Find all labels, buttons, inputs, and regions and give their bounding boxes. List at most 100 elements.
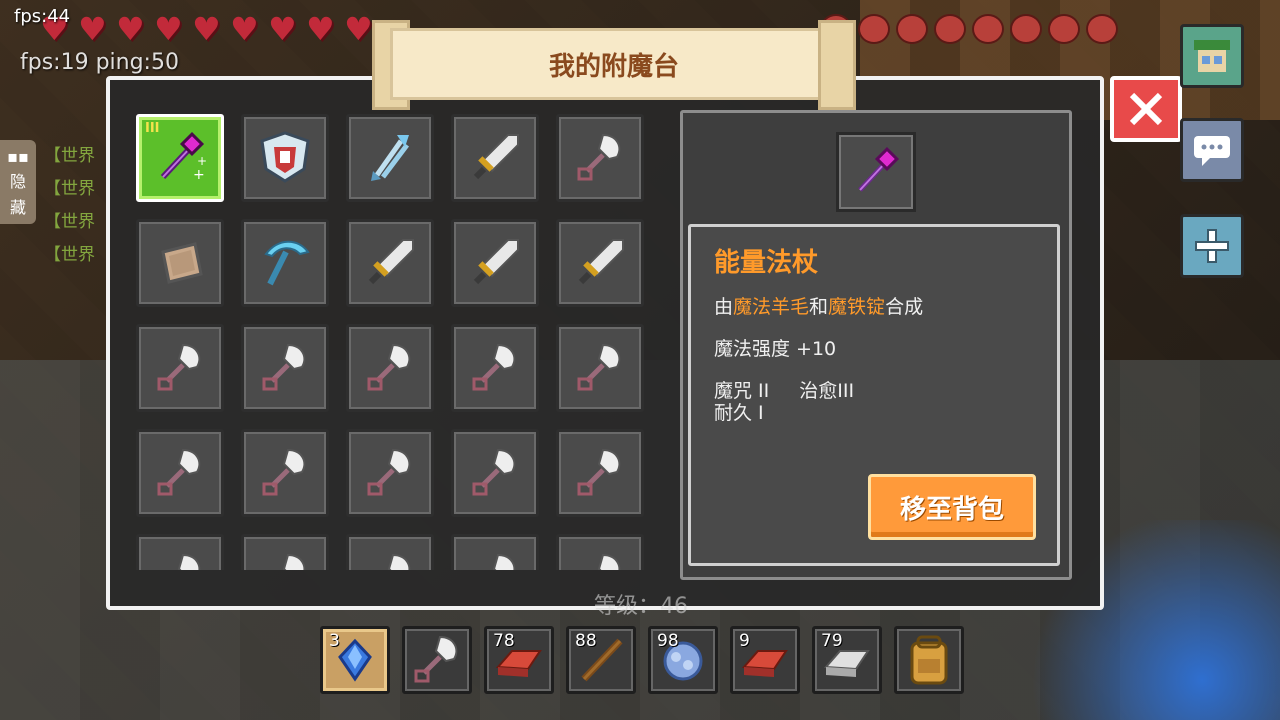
inventory-slot[interactable] (136, 324, 224, 412)
recipe-and: 和 (809, 296, 829, 318)
hotbar-slot[interactable]: 98 (648, 626, 718, 694)
recipe-material-2: 魔铁锭 (828, 296, 886, 318)
hotbar-slot[interactable] (402, 626, 472, 694)
item-stat: 魔法强度 +10 (714, 338, 837, 360)
iron-shovel-icon (262, 343, 306, 391)
iron-shovel-icon (472, 343, 516, 391)
item-count: 3 (329, 631, 340, 651)
chat-line: 【世界 (44, 212, 95, 232)
add-button[interactable] (1180, 214, 1244, 278)
iron-shovel-icon (157, 448, 201, 496)
inventory-slot[interactable] (346, 324, 434, 412)
recipe-prefix: 由 (714, 296, 734, 318)
recipe-suffix: 合成 (885, 296, 924, 318)
inventory-slot[interactable] (556, 219, 644, 307)
shop-button[interactable] (1180, 24, 1244, 88)
chat-log: 【世界 【世界 【世界 【世界 (44, 140, 95, 272)
item-count: 98 (657, 631, 679, 651)
tier-badge: III (145, 121, 160, 136)
svg-text:+: + (193, 167, 205, 183)
iron-shovel-icon (597, 553, 621, 570)
iron-shovel-icon (157, 343, 201, 391)
health-bar: ♥ ♥ ♥ ♥ ♥ ♥ ♥ ♥ ♥ (40, 10, 376, 48)
hotbar-slot[interactable]: 78 (484, 626, 554, 694)
inventory-slot[interactable] (346, 219, 434, 307)
meat-icon (1086, 14, 1118, 44)
hotbar-slot[interactable]: 3 (320, 626, 390, 694)
hotbar-slot[interactable]: 88 (566, 626, 636, 694)
heart-icon: ♥ (78, 10, 107, 48)
hunger-bar (820, 14, 1118, 44)
inventory-slot[interactable] (136, 534, 224, 570)
iron-sword-icon (473, 239, 519, 285)
iron-shovel-icon (177, 553, 201, 570)
magic-staff-icon (858, 146, 900, 192)
iron-shovel-icon (387, 553, 411, 570)
inventory-slot[interactable] (451, 114, 539, 202)
inventory-slot[interactable] (346, 534, 434, 570)
inventory-slot[interactable] (556, 114, 644, 202)
item-count: 78 (493, 631, 515, 651)
enchant-2: 治愈III (799, 380, 855, 402)
chat-line: 【世界 (44, 146, 95, 166)
meat-icon (1010, 14, 1042, 44)
chat-bubble-icon: ▪▪ (7, 146, 29, 166)
shield-emblem-icon (260, 131, 310, 183)
inventory-slot[interactable] (451, 324, 539, 412)
inventory-slot[interactable] (556, 429, 644, 517)
craft-recipe: 由魔法羊毛和魔铁锭合成 (714, 292, 923, 319)
hide-label-2: 藏 (9, 197, 26, 217)
hide-chat-tab[interactable]: ▪▪ 隐 藏 (0, 140, 36, 224)
chat-line: 【世界 (44, 245, 95, 265)
move-to-backpack-button[interactable]: 移至背包 (868, 474, 1036, 540)
chat-button[interactable] (1180, 118, 1244, 182)
inventory-slot[interactable] (556, 534, 644, 570)
selected-item-slot (836, 132, 916, 212)
hotbar-slot[interactable]: 9 (730, 626, 800, 694)
meat-icon (1048, 14, 1080, 44)
backpack-icon (910, 635, 948, 685)
close-icon (1129, 92, 1163, 126)
fps-counter: fps:44 (14, 6, 71, 27)
item-count: 88 (575, 631, 597, 651)
iron-sword-icon (578, 239, 624, 285)
inventory-slot[interactable] (241, 219, 329, 307)
inventory-slot[interactable] (136, 429, 224, 517)
meat-icon (896, 14, 928, 44)
enchant-3: 耐久 I (714, 402, 764, 424)
iron-shovel-icon (472, 448, 516, 496)
inventory-slot[interactable] (346, 114, 434, 202)
inventory-slot[interactable] (451, 219, 539, 307)
heart-icon: ♥ (154, 10, 183, 48)
inventory-slot[interactable] (136, 219, 224, 307)
inventory-slot[interactable] (241, 534, 329, 570)
iron-shovel-icon (414, 635, 458, 683)
inventory-slot[interactable] (451, 429, 539, 517)
inventory-slot[interactable] (241, 114, 329, 202)
heart-icon: ♥ (306, 10, 335, 48)
meat-icon (858, 14, 890, 44)
inventory-slot[interactable] (241, 324, 329, 412)
iron-shovel-icon (282, 553, 306, 570)
meat-icon (934, 14, 966, 44)
iron-shovel-icon (492, 553, 516, 570)
backpack-button[interactable] (894, 626, 964, 694)
inventory-slot[interactable] (241, 429, 329, 517)
inventory-slot[interactable] (346, 429, 434, 517)
iron-shovel-icon (367, 448, 411, 496)
close-button[interactable] (1110, 76, 1182, 142)
item-name: 能量法杖 (714, 248, 819, 278)
hide-label-1: 隐 (9, 171, 26, 191)
panel-title: 我的附魔台 (548, 52, 679, 82)
diamond-pickaxe-icon (264, 240, 310, 286)
iron-shovel-icon (262, 448, 306, 496)
hotbar-slot[interactable]: 79 (812, 626, 882, 694)
inventory-slot[interactable] (556, 324, 644, 412)
leather-armor-icon (161, 242, 203, 284)
magic-staff-icon: ++ (160, 131, 207, 183)
crystal-arrows-icon (371, 135, 409, 181)
inventory-slot[interactable] (451, 534, 539, 570)
plus-icon (1195, 229, 1229, 263)
iron-sword-icon (368, 239, 414, 285)
inventory-slot[interactable]: + + III (136, 114, 224, 202)
